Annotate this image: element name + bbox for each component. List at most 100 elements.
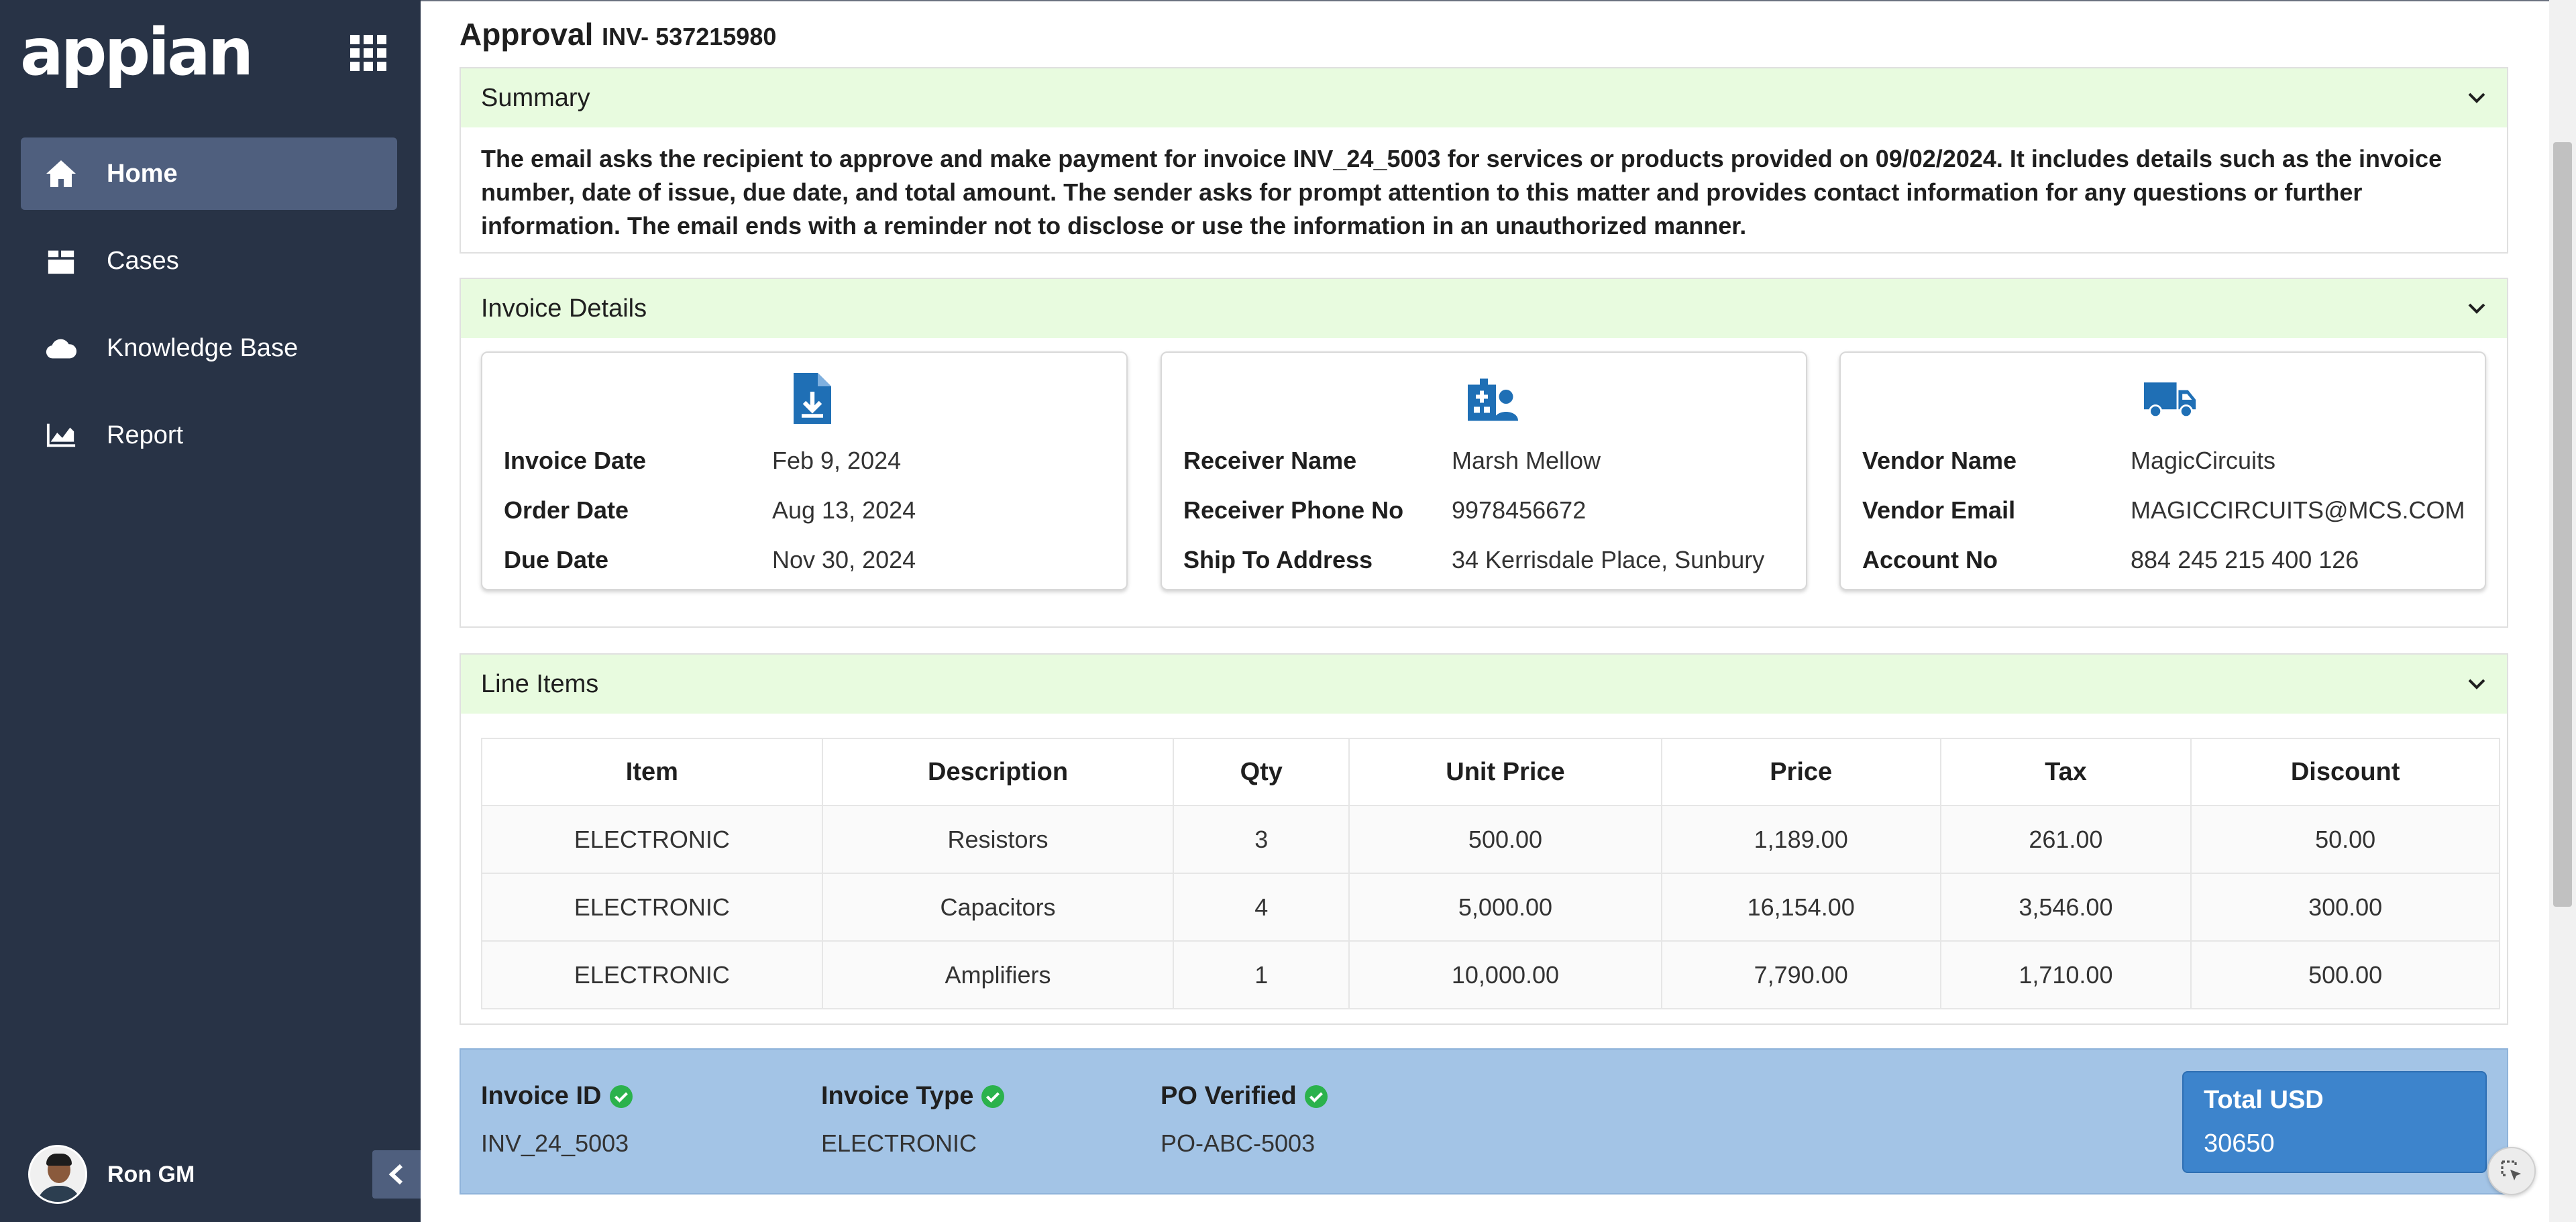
cases-icon (42, 242, 80, 280)
sidebar-item-cases[interactable]: Cases (21, 225, 397, 297)
check-circle-icon (981, 1085, 1005, 1108)
account-no-label: Account No (1862, 546, 1998, 573)
invoice-type-block: Invoice Type ELECTRONIC (821, 1082, 1005, 1158)
summary-header[interactable]: Summary (461, 68, 2507, 127)
feedback-cursor-button[interactable] (2487, 1147, 2536, 1195)
report-chart-icon (42, 416, 80, 454)
document-download-icon (786, 373, 839, 427)
avatar (28, 1145, 87, 1204)
sidebar-item-label: Report (107, 421, 184, 449)
cell-discount: 50.00 (2190, 805, 2500, 874)
page-title: Approval INV- 537215980 (460, 16, 776, 52)
line-items-header[interactable]: Line Items (461, 655, 2507, 714)
column-header-description[interactable]: Description (821, 738, 1175, 806)
cell-discount: 300.00 (2190, 873, 2500, 942)
invoice-reference: INV- 537215980 (602, 23, 777, 50)
sidebar-item-knowledge-base[interactable]: Knowledge Base (21, 312, 397, 384)
check-circle-icon (1304, 1085, 1328, 1108)
po-verified-block: PO Verified PO-ABC-5003 (1161, 1082, 1328, 1158)
order-date-value: Aug 13, 2024 (772, 496, 916, 524)
cell-description: Capacitors (821, 873, 1175, 942)
chevron-down-icon[interactable] (2467, 674, 2487, 694)
po-verified-label: PO Verified (1161, 1082, 1297, 1110)
scrollbar-thumb[interactable] (2553, 142, 2572, 907)
cell-qty: 4 (1173, 873, 1350, 942)
receiver-card: Receiver Name Marsh Mellow Receiver Phone… (1161, 351, 1807, 590)
cell-description: Amplifiers (821, 940, 1175, 1009)
cell-item: ELECTRONIC (481, 940, 823, 1009)
order-date-label: Order Date (504, 496, 629, 524)
cell-unit-price: 5,000.00 (1348, 873, 1662, 942)
column-header-discount[interactable]: Discount (2190, 738, 2500, 806)
cell-tax: 1,710.00 (1939, 940, 2192, 1009)
collapse-sidebar-button[interactable] (372, 1150, 421, 1199)
main-content: Approval INV- 537215980 Summary The emai… (421, 0, 2576, 1222)
cell-unit-price: 500.00 (1348, 805, 1662, 874)
cell-item: ELECTRONIC (481, 873, 823, 942)
column-header-tax[interactable]: Tax (1939, 738, 2192, 806)
vendor-email-label: Vendor Email (1862, 496, 2016, 524)
receiver-phone-value: 9978456672 (1452, 496, 1587, 524)
po-verified-value: PO-ABC-5003 (1161, 1129, 1316, 1157)
column-header-price[interactable]: Price (1660, 738, 1941, 806)
cell-discount: 500.00 (2190, 940, 2500, 1009)
vendor-email-value: MAGICCIRCUITS@MCS.COM (2131, 496, 2465, 524)
sidebar-item-label: Knowledge Base (107, 333, 299, 362)
summary-title: Summary (481, 83, 590, 112)
user-profile[interactable]: Ron GM (28, 1145, 195, 1204)
invoice-date-label: Invoice Date (504, 447, 647, 474)
total-value: 30650 (2204, 1129, 2275, 1158)
line-items-title: Line Items (481, 669, 599, 698)
hospital-user-icon (1465, 373, 1519, 427)
invoice-id-label: Invoice ID (481, 1082, 602, 1110)
vendor-card: Vendor Name MagicCircuits Vendor Email MAG… (1839, 351, 2486, 590)
cell-item: ELECTRONIC (481, 805, 823, 874)
cloud-icon (42, 329, 80, 367)
cell-price: 7,790.00 (1660, 940, 1941, 1009)
receiver-name-value: Marsh Mellow (1452, 447, 1601, 474)
total-label: Total USD (2204, 1086, 2324, 1114)
sidebar-item-home[interactable]: Home (21, 137, 397, 210)
truck-icon (2144, 373, 2198, 427)
line-items-table: Item Description Qty Unit Price Price Ta… (481, 738, 2500, 1009)
vendor-name-label: Vendor Name (1862, 447, 2017, 474)
invoice-summary-bar: Invoice ID INV_24_5003 Invoice Type ELEC… (460, 1048, 2508, 1195)
summary-text: The email asks the recipient to approve … (481, 145, 2443, 239)
table-row: ELECTRONIC Amplifiers 1 10,000.00 7,790.… (481, 940, 2500, 1009)
invoice-type-label: Invoice Type (821, 1082, 974, 1110)
sidebar-item-label: Cases (107, 246, 179, 275)
chevron-down-icon[interactable] (2467, 298, 2487, 319)
app-launcher-icon[interactable] (350, 35, 389, 71)
column-header-qty[interactable]: Qty (1173, 738, 1350, 806)
cell-price: 16,154.00 (1660, 873, 1941, 942)
due-date-value: Nov 30, 2024 (772, 546, 916, 573)
column-header-unit-price[interactable]: Unit Price (1348, 738, 1662, 806)
invoice-id-block: Invoice ID INV_24_5003 (481, 1082, 633, 1158)
cursor-select-icon (2501, 1160, 2521, 1180)
cell-tax: 261.00 (1939, 805, 2192, 874)
home-icon (42, 155, 80, 192)
receiver-phone-label: Receiver Phone No (1183, 496, 1404, 524)
summary-section: Summary The email asks the recipient to … (460, 67, 2508, 254)
check-circle-icon (609, 1085, 633, 1108)
invoice-id-value: INV_24_5003 (481, 1129, 629, 1157)
table-row: ELECTRONIC Resistors 3 500.00 1,189.00 2… (481, 805, 2500, 874)
table-header-row: Item Description Qty Unit Price Price Ta… (481, 738, 2500, 806)
vendor-name-value: MagicCircuits (2131, 447, 2276, 474)
cell-price: 1,189.00 (1660, 805, 1941, 874)
due-date-label: Due Date (504, 546, 609, 573)
invoice-details-header[interactable]: Invoice Details (461, 279, 2507, 338)
chevron-down-icon[interactable] (2467, 88, 2487, 108)
invoice-type-value: ELECTRONIC (821, 1129, 977, 1157)
cell-description: Resistors (821, 805, 1175, 874)
total-amount-box: Total USD 30650 (2182, 1071, 2487, 1173)
app-logo[interactable]: appian (20, 20, 254, 85)
vertical-scrollbar[interactable] (2549, 0, 2576, 1222)
line-items-section: Line Items Item Description Qty Unit Pri… (460, 653, 2508, 1025)
column-header-item[interactable]: Item (481, 738, 823, 806)
invoice-details-section: Invoice Details Invoice Date Feb 9, 2024 … (460, 278, 2508, 628)
sidebar-item-report[interactable]: Report (21, 399, 397, 471)
cell-qty: 1 (1173, 940, 1350, 1009)
receiver-name-label: Receiver Name (1183, 447, 1357, 474)
user-name: Ron GM (107, 1161, 195, 1187)
